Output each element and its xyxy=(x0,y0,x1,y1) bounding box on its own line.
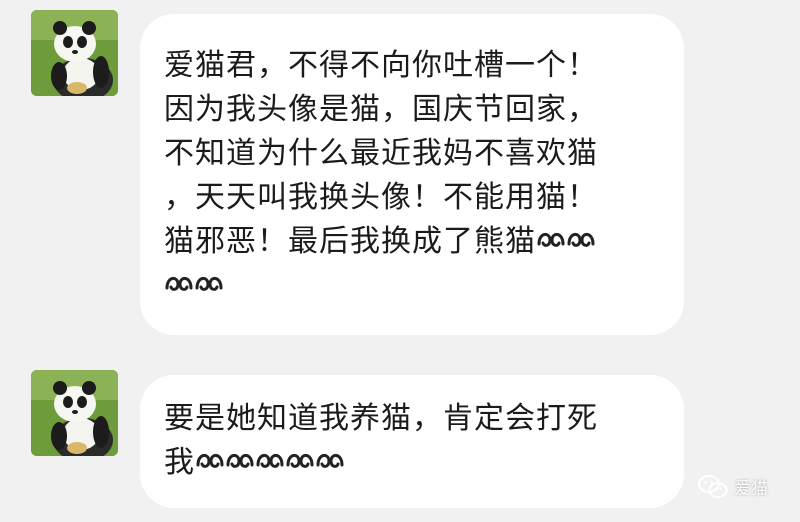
message-bubble[interactable]: 爱猫君，不得不向你吐槽一个！ 因为我头像是猫，国庆节回家， 不知道为什么最近我妈… xyxy=(140,14,684,335)
face-icon xyxy=(285,444,315,488)
panda-avatar-icon[interactable] xyxy=(31,10,118,96)
message-line: 要是她知道我养猫，肯定会打死 xyxy=(164,401,598,436)
message-text: 我 xyxy=(164,445,195,480)
face-icon xyxy=(315,444,345,488)
face-icon xyxy=(195,444,225,488)
message-text: 猫邪恶！最后我换成了熊猫 xyxy=(164,224,536,259)
face-icon xyxy=(194,267,224,311)
watermark: 爱猫 xyxy=(698,474,768,499)
watermark-text: 爱猫 xyxy=(734,479,768,499)
message-line: 不知道为什么最近我妈不喜欢猫 xyxy=(164,136,598,171)
message-line: ，天天叫我换头像！不能用猫！ xyxy=(164,180,598,215)
face-icon xyxy=(164,267,194,311)
panda-avatar-icon[interactable] xyxy=(31,370,118,456)
face-icon xyxy=(255,444,285,488)
message-line: 爱猫君，不得不向你吐槽一个！ xyxy=(164,48,598,83)
face-icon xyxy=(536,223,566,267)
message-bubble[interactable]: 要是她知道我养猫，肯定会打死 我 xyxy=(140,375,684,508)
chat-view: 爱猫君，不得不向你吐槽一个！ 因为我头像是猫，国庆节回家， 不知道为什么最近我妈… xyxy=(0,0,800,522)
face-icon xyxy=(225,444,255,488)
wechat-icon xyxy=(698,474,728,499)
message-line: 我 xyxy=(164,441,664,485)
message-line: 因为我头像是猫，国庆节回家， xyxy=(164,92,598,127)
message-line: 猫邪恶！最后我换成了熊猫 xyxy=(164,220,664,264)
face-icon xyxy=(566,223,596,267)
message-line xyxy=(164,264,664,308)
